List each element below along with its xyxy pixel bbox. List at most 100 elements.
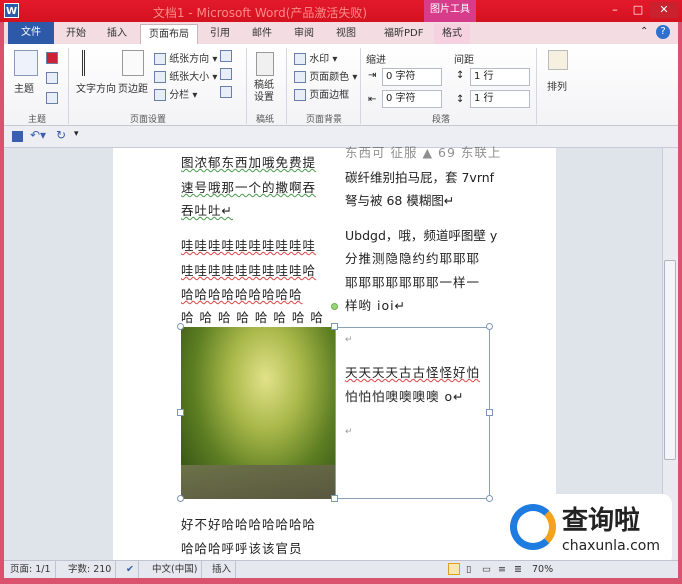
text-line: 天天天天古古怪怪好怕 (345, 365, 481, 380)
divider (286, 48, 287, 124)
tab-format[interactable]: 格式 (434, 24, 470, 44)
draft-icon[interactable]: ≣ (514, 561, 522, 578)
resize-handle[interactable] (486, 495, 493, 502)
maximize-button[interactable]: □ (627, 2, 649, 18)
page-border-icon (294, 89, 306, 101)
indent-label: 缩进 (366, 55, 386, 66)
resize-handle[interactable] (331, 323, 338, 330)
language[interactable]: 中文(中国) (148, 561, 203, 578)
arrange-button[interactable]: 排列 (547, 78, 567, 93)
web-layout-icon[interactable]: ▭ (482, 561, 491, 578)
spacing-after-icon: ↕ (456, 94, 465, 105)
customize-toolbar-icon[interactable]: ▾ (74, 129, 79, 139)
group-theme: 主题 (28, 115, 47, 125)
text-box-frame[interactable] (335, 327, 490, 499)
save-icon[interactable] (12, 131, 23, 142)
tab-insert[interactable]: 插入 (99, 24, 135, 44)
resize-handle[interactable] (486, 409, 493, 416)
picture-tools-context: 图片工具 (424, 0, 476, 22)
tab-page-layout[interactable]: 页面布局 (140, 24, 198, 44)
manuscript-settings-button[interactable]: 稿纸设置 (254, 80, 278, 104)
divider (536, 48, 537, 124)
text-line: 碳纤维别拍马屁，套 7vrnf (345, 170, 495, 185)
columns-button[interactable]: 分栏 ▾ (154, 86, 197, 101)
word-count[interactable]: 字数: 210 (64, 561, 117, 578)
status-bar: 页面: 1/1 字数: 210 ✔ 中文(中国) 插入 ▯ ▭ ≡ ≣ 70% (4, 560, 678, 578)
paragraph-mark: ↵ (345, 427, 354, 437)
theme-fonts-icon[interactable] (46, 72, 58, 84)
resize-handle[interactable] (177, 495, 184, 502)
arrange-icon[interactable] (548, 50, 568, 70)
margins-button[interactable]: 页边距 (118, 80, 148, 95)
watermark-icon (294, 53, 306, 65)
tab-file[interactable]: 文件 (8, 22, 54, 44)
reading-layout-icon[interactable]: ▯ (466, 561, 471, 578)
page-border-button[interactable]: 页面边框 (294, 86, 349, 101)
text-line: 图浓郁东西加哦免费提 (181, 155, 317, 170)
zoom-level[interactable]: 70% (532, 561, 553, 578)
watermark-button[interactable]: 水印 ▾ (294, 50, 337, 65)
spacing-before-input[interactable]: 1 行 (470, 68, 530, 86)
indent-right-input[interactable]: 0 字符 (382, 90, 442, 108)
text-direction-button[interactable]: 文字方向 (76, 80, 116, 95)
theme-icon[interactable] (14, 50, 38, 76)
resize-handle[interactable] (177, 323, 184, 330)
divider (360, 48, 361, 124)
redo-icon[interactable]: ↻ (56, 128, 66, 142)
orientation-button[interactable]: 纸张方向 ▾ (154, 50, 217, 65)
rotate-handle[interactable] (331, 303, 338, 310)
text-line: 吞吐吐↵ (181, 203, 233, 218)
outline-icon[interactable]: ≡ (498, 561, 506, 578)
divider (68, 48, 69, 124)
text-line: 哈哈哈呼呼该该官员 (181, 541, 303, 556)
group-page-setup: 页面设置 (130, 115, 167, 125)
watermark-logo-icon (510, 504, 556, 550)
watermark-url: chaxunla.com (562, 538, 660, 554)
group-page-background: 页面背景 (306, 115, 343, 125)
resize-handle[interactable] (331, 495, 338, 502)
quick-access-toolbar: ↶▾ ↻ ▾ (4, 126, 678, 148)
page-color-icon (294, 71, 306, 83)
text-direction-icon[interactable] (82, 50, 106, 76)
scrollbar-thumb[interactable] (664, 260, 676, 460)
indent-left-input[interactable]: 0 字符 (382, 68, 442, 86)
minimize-button[interactable]: – (604, 2, 626, 18)
tab-references[interactable]: 引用 (202, 24, 238, 44)
collapse-ribbon-icon[interactable]: ⌃ (640, 26, 648, 37)
indent-left-icon: ⇥ (368, 70, 377, 81)
theme-button[interactable]: 主题 (14, 80, 34, 95)
margins-icon[interactable] (122, 50, 144, 76)
close-button[interactable]: ✕ (650, 2, 678, 18)
resize-handle[interactable] (486, 323, 493, 330)
spacing-after-input[interactable]: 1 行 (470, 90, 530, 108)
theme-colors-icon[interactable] (46, 52, 58, 64)
undo-icon[interactable]: ↶▾ (30, 128, 46, 142)
ribbon-tabs: 文件 开始 插入 页面布局 引用 邮件 审阅 视图 福昕PDF 格式 ⌃ ? (4, 22, 678, 44)
text-line: 东西可 征服 ▲ 69 东联上 (345, 145, 502, 160)
tab-home[interactable]: 开始 (58, 24, 94, 44)
print-layout-icon[interactable] (448, 563, 460, 575)
selected-image[interactable] (181, 327, 335, 499)
size-button[interactable]: 纸张大小 ▾ (154, 68, 217, 83)
proofing-icon[interactable]: ✔ (122, 561, 139, 578)
resize-handle[interactable] (177, 409, 184, 416)
tab-view[interactable]: 视图 (328, 24, 364, 44)
page-count[interactable]: 页面: 1/1 (6, 561, 56, 578)
text-line: 分推测隐隐约约耶耶耶 (345, 251, 481, 266)
indent-right-icon: ⇤ (368, 94, 377, 105)
tab-foxit-pdf[interactable]: 福昕PDF (376, 24, 431, 44)
group-paragraph: 段落 (432, 115, 451, 125)
help-icon[interactable]: ? (656, 25, 670, 39)
spacing-before-icon: ↕ (456, 70, 465, 81)
tab-mailings[interactable]: 邮件 (244, 24, 280, 44)
spacing-label: 间距 (454, 55, 474, 66)
theme-effects-icon[interactable] (46, 92, 58, 104)
line-numbers-icon[interactable] (220, 68, 232, 80)
page-color-button[interactable]: 页面颜色 ▾ (294, 68, 357, 83)
hyphenation-icon[interactable] (220, 86, 232, 98)
tab-review[interactable]: 审阅 (286, 24, 322, 44)
insert-mode[interactable]: 插入 (208, 561, 237, 578)
manuscript-icon[interactable] (256, 52, 274, 76)
breaks-icon[interactable] (220, 50, 232, 62)
orientation-icon (154, 53, 166, 65)
